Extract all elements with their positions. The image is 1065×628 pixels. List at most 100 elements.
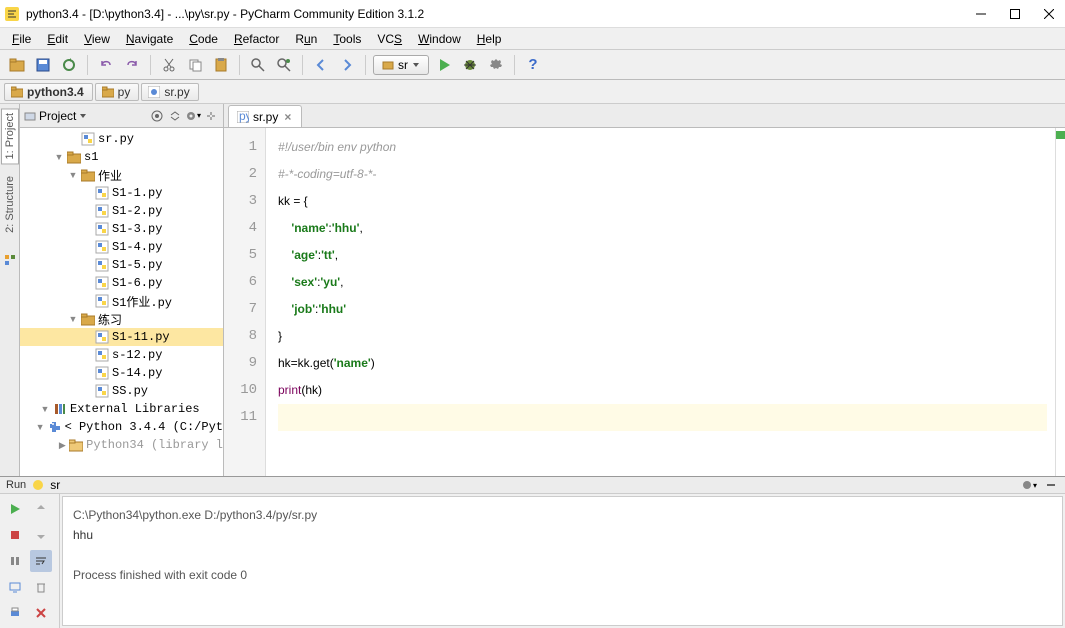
- editor-gutter[interactable]: 1234567891011: [224, 128, 266, 476]
- maximize-button[interactable]: [1009, 8, 1021, 20]
- panel-target-icon[interactable]: [149, 108, 165, 124]
- project-tool-tab[interactable]: 1: Project: [1, 108, 19, 164]
- stack-down-icon[interactable]: [30, 524, 52, 546]
- tree-arrow-icon[interactable]: ▶: [58, 440, 66, 451]
- panel-gear-icon[interactable]: ▾: [185, 108, 201, 124]
- tab-close-icon[interactable]: ×: [282, 110, 293, 124]
- code-line-9[interactable]: hk=kk.get('name'): [278, 350, 1047, 377]
- structure-icon[interactable]: [3, 253, 17, 267]
- search-everywhere-button[interactable]: [1037, 54, 1059, 76]
- tree-item-10[interactable]: ▼练习: [20, 310, 223, 328]
- code-line-4[interactable]: 'name':'hhu',: [278, 215, 1047, 242]
- line-number[interactable]: 2: [224, 161, 257, 188]
- breadcrumb-1[interactable]: py: [95, 83, 140, 101]
- tree-arrow-icon[interactable]: ▼: [68, 314, 78, 324]
- pause-button[interactable]: [4, 550, 26, 572]
- tree-item-17[interactable]: ▶Python34 (library l: [20, 436, 223, 454]
- line-number[interactable]: 8: [224, 323, 257, 350]
- breadcrumb-2[interactable]: sr.py: [141, 83, 198, 101]
- tree-item-3[interactable]: S1-1.py: [20, 184, 223, 202]
- back-button[interactable]: [310, 54, 332, 76]
- tree-item-16[interactable]: ▼< Python 3.4.4 (C:/Pyt: [20, 418, 223, 436]
- editor-tab-sr[interactable]: py sr.py ×: [228, 105, 302, 127]
- paste-button[interactable]: [210, 54, 232, 76]
- sync-button[interactable]: [58, 54, 80, 76]
- help-button[interactable]: ?: [522, 54, 544, 76]
- run-gear-icon[interactable]: ▾: [1021, 477, 1037, 493]
- line-number[interactable]: 9: [224, 350, 257, 377]
- panel-hide-icon[interactable]: [203, 108, 219, 124]
- tree-item-1[interactable]: ▼s1: [20, 148, 223, 166]
- editor-code[interactable]: #!/user/bin env python#-*-coding=utf-8-*…: [266, 128, 1055, 476]
- code-line-11[interactable]: [278, 404, 1047, 431]
- menu-tools[interactable]: Tools: [325, 30, 369, 48]
- tree-arrow-icon[interactable]: ▼: [54, 152, 64, 162]
- line-number[interactable]: 10: [224, 377, 257, 404]
- tree-arrow-icon[interactable]: ▼: [36, 422, 45, 432]
- forward-button[interactable]: [336, 54, 358, 76]
- tree-item-6[interactable]: S1-4.py: [20, 238, 223, 256]
- save-button[interactable]: [32, 54, 54, 76]
- tree-item-13[interactable]: S-14.py: [20, 364, 223, 382]
- code-line-7[interactable]: 'job':'hhu': [278, 296, 1047, 323]
- run-config-selector[interactable]: sr: [373, 55, 429, 75]
- breadcrumb-0[interactable]: python3.4: [4, 83, 93, 101]
- menu-navigate[interactable]: Navigate: [118, 30, 181, 48]
- stop-button[interactable]: [4, 524, 26, 546]
- line-number[interactable]: 3: [224, 188, 257, 215]
- open-button[interactable]: [6, 54, 28, 76]
- redo-button[interactable]: [121, 54, 143, 76]
- menu-file[interactable]: File: [4, 30, 39, 48]
- line-number[interactable]: 5: [224, 242, 257, 269]
- code-line-5[interactable]: 'age':'tt',: [278, 242, 1047, 269]
- tree-arrow-icon[interactable]: ▼: [68, 170, 78, 180]
- tree-item-11[interactable]: S1-11.py: [20, 328, 223, 346]
- menu-refactor[interactable]: Refactor: [226, 30, 287, 48]
- menu-edit[interactable]: Edit: [39, 30, 76, 48]
- code-line-2[interactable]: #-*-coding=utf-8-*-: [278, 161, 1047, 188]
- menu-run[interactable]: Run: [287, 30, 325, 48]
- print-icon[interactable]: [4, 602, 26, 624]
- find-button[interactable]: [247, 54, 269, 76]
- replace-button[interactable]: [273, 54, 295, 76]
- wrap-text-icon[interactable]: [30, 550, 52, 572]
- tree-item-14[interactable]: SS.py: [20, 382, 223, 400]
- gc-icon[interactable]: [30, 576, 52, 598]
- structure-tool-tab[interactable]: 2: Structure: [2, 172, 18, 237]
- tree-item-4[interactable]: S1-2.py: [20, 202, 223, 220]
- line-number[interactable]: 11: [224, 404, 257, 431]
- code-line-6[interactable]: 'sex':'yu',: [278, 269, 1047, 296]
- monitor-icon[interactable]: [4, 576, 26, 598]
- rerun-button[interactable]: [4, 498, 26, 520]
- menu-help[interactable]: Help: [469, 30, 510, 48]
- project-tree[interactable]: sr.py▼s1▼作业S1-1.pyS1-2.pyS1-3.pyS1-4.pyS…: [20, 128, 223, 476]
- code-line-1[interactable]: #!/user/bin env python: [278, 134, 1047, 161]
- line-number[interactable]: 6: [224, 269, 257, 296]
- menu-code[interactable]: Code: [181, 30, 226, 48]
- menu-view[interactable]: View: [76, 30, 118, 48]
- tree-item-7[interactable]: S1-5.py: [20, 256, 223, 274]
- line-number[interactable]: 1: [224, 134, 257, 161]
- tree-item-0[interactable]: sr.py: [20, 130, 223, 148]
- line-number[interactable]: 4: [224, 215, 257, 242]
- cut-button[interactable]: [158, 54, 180, 76]
- tree-item-5[interactable]: S1-3.py: [20, 220, 223, 238]
- code-line-10[interactable]: print(hk): [278, 377, 1047, 404]
- tree-arrow-icon[interactable]: ▼: [40, 404, 50, 414]
- menu-vcs[interactable]: VCS: [369, 30, 410, 48]
- stack-up-icon[interactable]: [30, 498, 52, 520]
- copy-button[interactable]: [184, 54, 206, 76]
- menu-window[interactable]: Window: [410, 30, 469, 48]
- settings-tool-button[interactable]: [485, 54, 507, 76]
- panel-collapse-icon[interactable]: [167, 108, 183, 124]
- tree-item-9[interactable]: S1作业.py: [20, 292, 223, 310]
- run-button[interactable]: [433, 54, 455, 76]
- close-button[interactable]: [1043, 8, 1055, 20]
- debug-button[interactable]: [459, 54, 481, 76]
- run-hide-icon[interactable]: [1043, 477, 1059, 493]
- tree-item-12[interactable]: s-12.py: [20, 346, 223, 364]
- console-output[interactable]: C:\Python34\python.exe D:/python3.4/py/s…: [62, 496, 1063, 626]
- code-line-8[interactable]: }: [278, 323, 1047, 350]
- tree-item-8[interactable]: S1-6.py: [20, 274, 223, 292]
- line-number[interactable]: 7: [224, 296, 257, 323]
